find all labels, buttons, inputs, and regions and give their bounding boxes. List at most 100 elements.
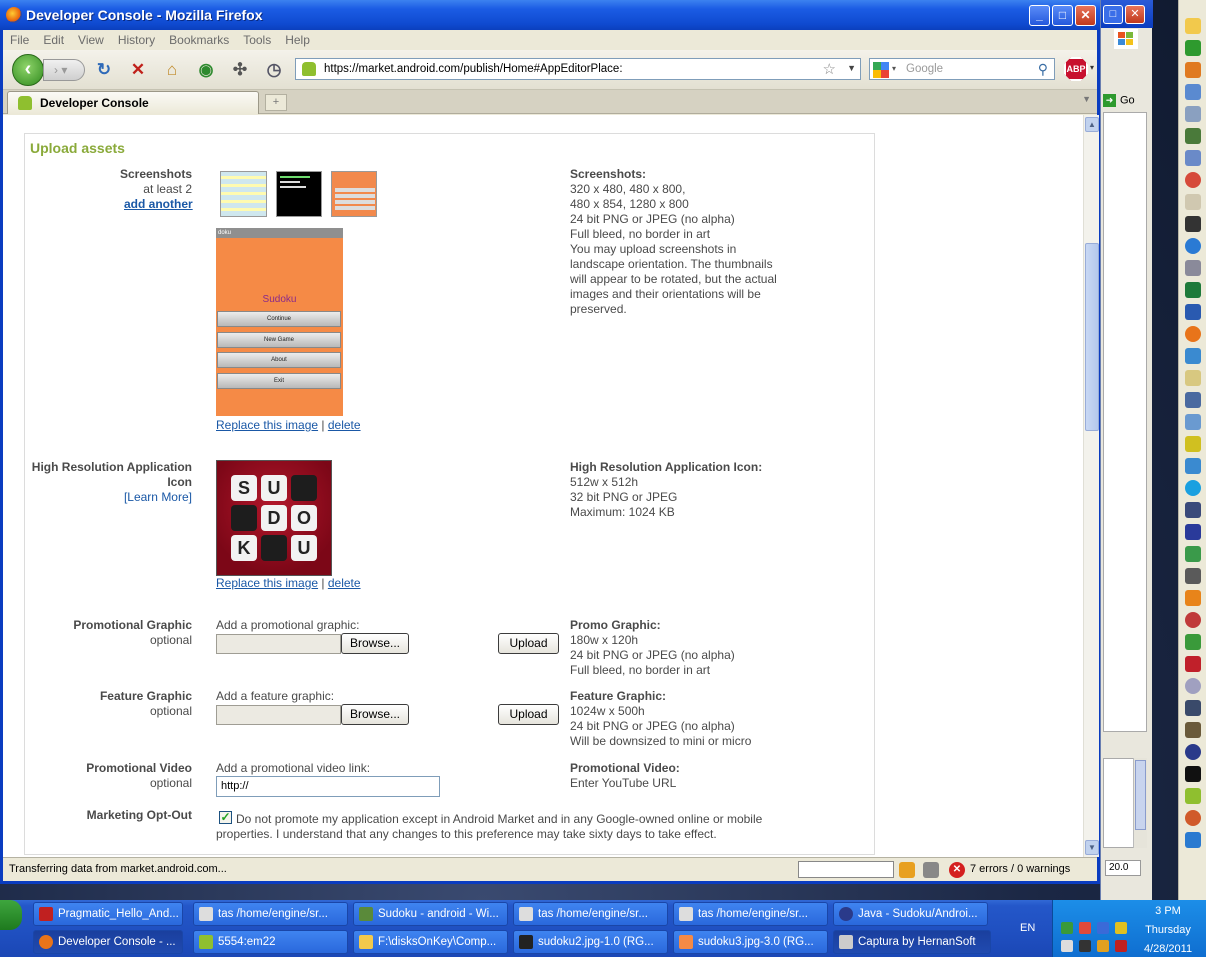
menu-help[interactable]: Help <box>278 30 317 47</box>
vlc-icon[interactable] <box>1185 590 1201 606</box>
window-icon[interactable] <box>1185 502 1201 518</box>
folder-icon[interactable] <box>1185 18 1201 34</box>
edit-icon[interactable] <box>1185 370 1201 386</box>
bookmark-star-icon[interactable]: ☆ <box>823 60 836 78</box>
menu-file[interactable]: File <box>3 30 36 47</box>
promo-video-input[interactable]: http:// <box>216 776 440 797</box>
url-dropdown-icon[interactable]: ▼ <box>847 63 856 73</box>
terminal-icon[interactable] <box>1185 766 1201 782</box>
excel-icon[interactable] <box>1185 282 1201 298</box>
shapes-icon[interactable] <box>1185 634 1201 650</box>
taskbar-item-captura[interactable]: Captura by HernanSoft <box>833 930 991 954</box>
android-icon[interactable] <box>1185 788 1201 804</box>
google-icon[interactable] <box>873 62 889 78</box>
start-button[interactable] <box>0 900 22 930</box>
monitor-icon[interactable] <box>1185 700 1201 716</box>
close-button[interactable]: ✕ <box>1075 5 1096 26</box>
promo-graphic-browse-button[interactable]: Browse... <box>341 633 409 654</box>
tray-display-icon[interactable] <box>1079 940 1091 952</box>
key-icon[interactable] <box>1185 436 1201 452</box>
book-icon[interactable] <box>1185 348 1201 364</box>
delete-icon-link[interactable]: delete <box>328 576 361 590</box>
back-button[interactable]: ‹ <box>12 54 44 86</box>
taskbar-item-emulator[interactable]: 5554:em22 <box>193 930 348 954</box>
person-icon[interactable] <box>1185 194 1201 210</box>
url-bar[interactable]: https://market.android.com/publish/Home#… <box>295 58 861 80</box>
taskbar-item-sudoku2[interactable]: sudoku2.jpg-1.0 (RG... <box>513 930 668 954</box>
promo-graphic-upload-button[interactable]: Upload <box>498 633 559 654</box>
tools-icon[interactable] <box>1185 128 1201 144</box>
headphones-icon[interactable] <box>1185 62 1201 78</box>
menu-edit[interactable]: Edit <box>36 30 71 47</box>
x-icon[interactable] <box>1185 656 1201 672</box>
scrollbar-thumb[interactable] <box>1135 760 1146 830</box>
taskbar-item-tas-2[interactable]: tas /home/engine/sr... <box>513 902 668 926</box>
tab-list-icon[interactable]: ▼ <box>1082 94 1091 104</box>
menu-tools[interactable]: Tools <box>236 30 278 47</box>
screenshot-thumbnail-2[interactable] <box>276 171 322 217</box>
replace-screenshot-link[interactable]: Replace this image <box>216 418 318 432</box>
tray-shield-icon[interactable] <box>1079 922 1091 934</box>
tray-monitor-icon[interactable] <box>1061 940 1073 952</box>
taskbar-item-sudoku3[interactable]: sudoku3.jpg-3.0 (RG... <box>673 930 828 954</box>
stack-icon[interactable] <box>1185 260 1201 276</box>
adblock-dropdown-icon[interactable]: ▾ <box>1090 63 1094 72</box>
tab-developer-console[interactable]: Developer Console <box>7 91 259 114</box>
network-icon[interactable] <box>1185 392 1201 408</box>
tray-tools-icon[interactable] <box>1097 940 1109 952</box>
warning-icon[interactable] <box>899 862 915 878</box>
menu-view[interactable]: View <box>71 30 111 47</box>
tray-network-icon[interactable] <box>1061 922 1073 934</box>
tools-status-icon[interactable] <box>923 862 939 878</box>
scroll-down-arrow-icon[interactable]: ▼ <box>1085 840 1099 855</box>
install-icon[interactable] <box>1185 546 1201 562</box>
internet-explorer-icon[interactable] <box>1185 238 1201 254</box>
promo-graphic-file-field[interactable] <box>216 634 341 654</box>
gimp-icon[interactable] <box>1185 722 1201 738</box>
taskbar-item-tas-1[interactable]: tas /home/engine/sr... <box>193 902 348 926</box>
word-icon[interactable] <box>1185 304 1201 320</box>
error-count[interactable]: 7 errors / 0 warnings <box>970 863 1070 875</box>
language-indicator[interactable]: EN <box>1020 922 1035 934</box>
globe-icon[interactable] <box>1185 414 1201 430</box>
adblock-plus-icon[interactable]: ABP <box>1064 57 1088 81</box>
add-another-link[interactable]: add another <box>124 197 193 211</box>
disk-icon[interactable] <box>1185 524 1201 540</box>
chrome-icon[interactable] <box>1185 172 1201 188</box>
search-bar[interactable]: ▾ Google ⚲ <box>869 58 1055 80</box>
tray-alert-icon[interactable] <box>1115 940 1127 952</box>
taskbar-item-tas-3[interactable]: tas /home/engine/sr... <box>673 902 828 926</box>
forward-button[interactable]: › ▾ <box>43 59 85 81</box>
hammer-icon[interactable] <box>1185 216 1201 232</box>
zoom-field[interactable]: 20.0 <box>1105 860 1141 876</box>
reload-icon[interactable]: ↻ <box>94 60 114 80</box>
tray-update-icon[interactable] <box>1115 922 1127 934</box>
page-scrollbar[interactable]: ▲ ▼ <box>1083 115 1099 857</box>
app-icon[interactable] <box>1185 40 1201 56</box>
feature-graphic-browse-button[interactable]: Browse... <box>341 704 409 725</box>
eclipse-icon[interactable] <box>1185 744 1201 760</box>
background-scrollbar[interactable] <box>1133 758 1147 848</box>
taskbar-item-java[interactable]: Java - Sudoku/Androi... <box>833 902 988 926</box>
taskbar-item-developer-console[interactable]: Developer Console - ... <box>33 930 183 954</box>
delete-screenshot-link[interactable]: delete <box>328 418 361 432</box>
history-clock-icon[interactable]: ◷ <box>264 60 284 80</box>
scrollbar-thumb[interactable] <box>1085 243 1099 431</box>
gear-icon[interactable] <box>1185 568 1201 584</box>
at-icon[interactable] <box>1185 678 1201 694</box>
go-button[interactable]: ➜ Go <box>1103 94 1147 112</box>
home-icon[interactable]: ⌂ <box>162 60 182 80</box>
search-engine-dropdown-icon[interactable]: ▾ <box>892 64 896 73</box>
scroll-up-arrow-icon[interactable]: ▲ <box>1085 117 1099 132</box>
new-tab-button[interactable]: + <box>265 94 287 111</box>
taskbar-item-disksonkey[interactable]: F:\disksOnKey\Comp... <box>353 930 508 954</box>
background-maximize-button[interactable]: □ <box>1103 5 1123 24</box>
skype-icon[interactable] <box>1185 480 1201 496</box>
replace-icon-link[interactable]: Replace this image <box>216 576 318 590</box>
firefox-icon[interactable] <box>1185 326 1201 342</box>
balloon-icon[interactable] <box>1185 612 1201 628</box>
puzzle-icon[interactable]: ✣ <box>230 60 250 80</box>
error-icon[interactable]: ✕ <box>949 862 965 878</box>
sync-icon[interactable] <box>1185 458 1201 474</box>
taskbar-item-sudoku-android[interactable]: Sudoku - android - Wi... <box>353 902 508 926</box>
